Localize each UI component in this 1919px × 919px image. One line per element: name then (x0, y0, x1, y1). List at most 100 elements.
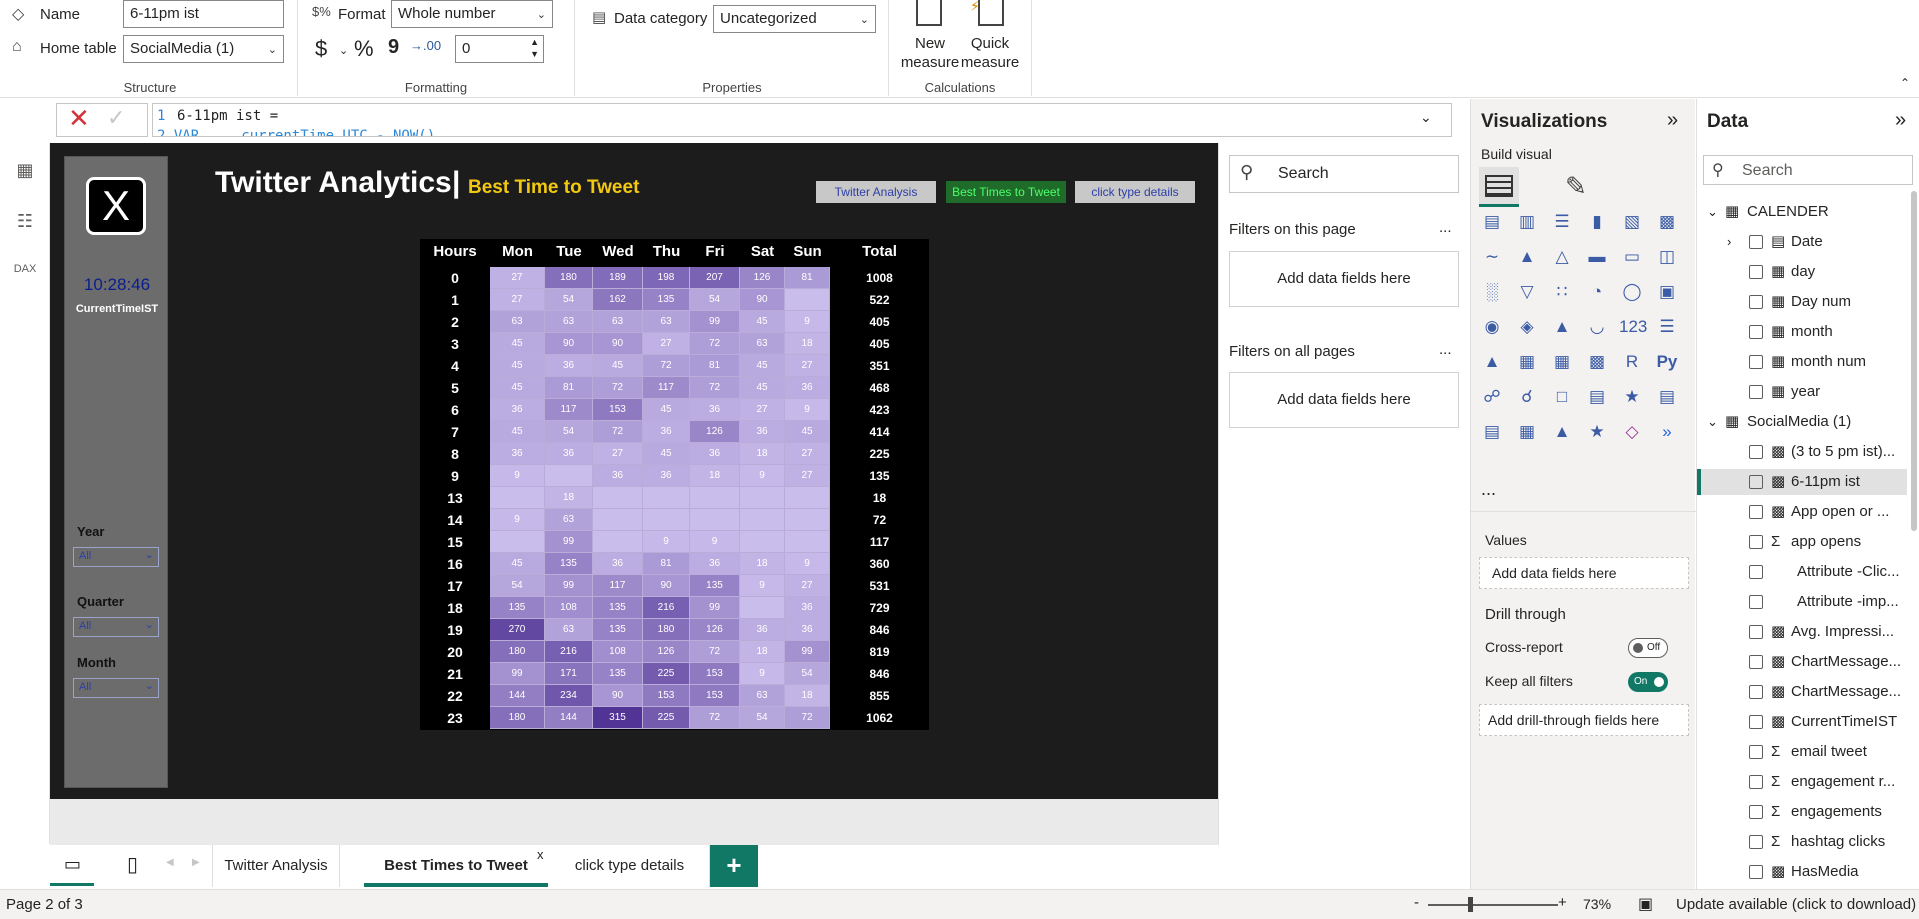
python-visual-icon[interactable]: Py (1654, 349, 1680, 375)
heatmap-cell[interactable]: 36 (643, 465, 690, 487)
field-checkbox[interactable] (1749, 865, 1763, 879)
heatmap-cell[interactable]: 18 (740, 443, 785, 465)
heatmap-cell[interactable]: 18 (785, 685, 830, 707)
zoom-slider-thumb[interactable] (1468, 897, 1473, 912)
heatmap-cell[interactable] (490, 531, 545, 553)
heatmap-cell[interactable]: 99 (785, 641, 830, 663)
heatmap-cell[interactable]: 45 (593, 355, 643, 377)
heatmap-cell[interactable]: 90 (593, 333, 643, 355)
heatmap-cell[interactable]: 36 (545, 443, 593, 465)
heatmap-cell[interactable]: 36 (690, 443, 740, 465)
heatmap-cell[interactable]: 81 (643, 553, 690, 575)
heatmap-cell[interactable]: 72 (593, 377, 643, 399)
treemap-icon[interactable]: ▣ (1654, 279, 1680, 305)
filter-search-input[interactable]: ⚲ Search (1229, 155, 1459, 193)
new-measure-button[interactable]: New measure (900, 0, 960, 72)
percent-button[interactable]: % (354, 36, 374, 62)
paginated-report-icon[interactable]: ▤ (1654, 384, 1680, 410)
heatmap-cell[interactable]: 153 (690, 663, 740, 685)
gauge-icon[interactable]: ◡ (1584, 314, 1610, 340)
heatmap-cell[interactable]: 54 (740, 707, 785, 729)
heatmap-cell[interactable]: 126 (690, 421, 740, 443)
cross-report-toggle[interactable]: Off (1628, 638, 1668, 658)
heatmap-cell[interactable]: 27 (593, 443, 643, 465)
field-item[interactable]: ▩ CurrentTimeIST (1697, 709, 1907, 735)
stacked-bar-chart-icon[interactable]: ▤ (1479, 209, 1505, 235)
home-table-select[interactable]: SocialMedia (1) ⌄ (123, 35, 284, 63)
heatmap-cell[interactable]: 36 (593, 465, 643, 487)
dax-query-view-icon[interactable]: DAX (13, 263, 37, 287)
stacked-column-chart-icon[interactable]: ▥ (1514, 209, 1540, 235)
spinner-icon[interactable]: ▲ ▼ (530, 36, 539, 60)
heatmap-cell[interactable]: 45 (740, 377, 785, 399)
collapse-ribbon-icon[interactable]: ⌃ (1900, 76, 1910, 90)
field-checkbox[interactable] (1749, 445, 1763, 459)
nav-click-type-details[interactable]: click type details (1075, 181, 1195, 203)
heatmap-cell[interactable]: 90 (643, 575, 690, 597)
heatmap-cell[interactable]: 63 (643, 311, 690, 333)
field-item[interactable]: ▩ ChartMessage... (1697, 649, 1907, 675)
chevron-down-icon[interactable]: ⌄ (1707, 409, 1718, 435)
nav-best-times[interactable]: Best Times to Tweet (946, 181, 1066, 203)
drill-through-dropzone[interactable]: Add drill-through fields here (1479, 704, 1689, 736)
heatmap-cell[interactable]: 72 (643, 355, 690, 377)
heatmap-cell[interactable]: 63 (545, 311, 593, 333)
field-item[interactable]: ▩ App open or ... (1697, 499, 1907, 525)
heatmap-cell[interactable]: 63 (740, 685, 785, 707)
heatmap-cell[interactable]: 27 (785, 575, 830, 597)
heatmap-cell[interactable] (740, 487, 785, 509)
heatmap-cell[interactable]: 36 (785, 619, 830, 641)
heatmap-cell[interactable]: 9 (740, 663, 785, 685)
heatmap-cell[interactable] (593, 531, 643, 553)
heatmap-cell[interactable]: 45 (740, 355, 785, 377)
heatmap-cell[interactable]: 135 (490, 597, 545, 619)
table-icon[interactable]: ▦ (1549, 349, 1575, 375)
heatmap-cell[interactable]: 45 (643, 399, 690, 421)
heatmap-cell[interactable]: 9 (490, 465, 545, 487)
heatmap-cell[interactable]: 36 (490, 443, 545, 465)
field-item[interactable]: ▩ Avg. Impressi... (1697, 619, 1907, 645)
heatmap-cell[interactable] (545, 465, 593, 487)
field-checkbox[interactable] (1749, 325, 1763, 339)
heatmap-cell[interactable]: 108 (545, 597, 593, 619)
heatmap-cell[interactable]: 126 (740, 267, 785, 289)
heatmap-cell[interactable]: 135 (545, 553, 593, 575)
table-node[interactable]: ⌄ ▦ CALENDER (1697, 199, 1907, 225)
heatmap-cell[interactable]: 63 (545, 509, 593, 531)
currency-button[interactable]: $ (315, 36, 327, 62)
smart-narrative-icon[interactable]: ▲ (1549, 419, 1575, 445)
heatmap-cell[interactable]: 9 (740, 465, 785, 487)
heatmap-cell[interactable]: 63 (740, 333, 785, 355)
ribbon-chart-icon[interactable]: ◫ (1654, 244, 1680, 270)
heatmap-cell[interactable]: 72 (593, 421, 643, 443)
field-item[interactable]: ▦ day (1697, 259, 1907, 285)
heatmap-cell[interactable]: 36 (643, 421, 690, 443)
heatmap-cell[interactable]: 18 (545, 487, 593, 509)
heatmap-cell[interactable]: 135 (593, 663, 643, 685)
commit-icon[interactable]: ✓ (107, 105, 125, 131)
field-item[interactable]: Attribute -Clic... (1697, 559, 1907, 585)
table-node[interactable]: ⌄ ▦ SocialMedia (1) (1697, 409, 1907, 435)
heatmap-cell[interactable]: 315 (593, 707, 643, 729)
tab-click-type-details[interactable]: click type details (550, 845, 710, 887)
scatter-chart-icon[interactable]: ∷ (1549, 279, 1575, 305)
decimals-input[interactable]: 0 ▲ ▼ (455, 35, 544, 63)
mobile-layout-icon[interactable]: ▯ (127, 852, 138, 877)
heatmap-cell[interactable]: 126 (643, 641, 690, 663)
heatmap-cell[interactable]: 162 (593, 289, 643, 311)
heatmap-cell[interactable]: 18 (740, 553, 785, 575)
heatmap-cell[interactable]: 144 (490, 685, 545, 707)
zoom-in-button[interactable]: + (1558, 894, 1567, 911)
heatmap-cell[interactable]: 126 (690, 619, 740, 641)
heatmap-cell[interactable]: 36 (490, 399, 545, 421)
r-visual-icon[interactable]: R (1619, 349, 1645, 375)
heatmap-cell[interactable]: 153 (643, 685, 690, 707)
comma-button[interactable]: 9 (388, 36, 399, 59)
power-automate-icon[interactable]: » (1654, 419, 1680, 445)
heatmap-cell[interactable]: 99 (690, 311, 740, 333)
update-available-link[interactable]: Update available (click to download) (1676, 896, 1916, 913)
decomposition-tree-icon[interactable]: ☌ (1514, 384, 1540, 410)
heatmap-cell[interactable]: 72 (690, 707, 740, 729)
heatmap-cell[interactable] (643, 509, 690, 531)
heatmap-cell[interactable]: 27 (740, 399, 785, 421)
